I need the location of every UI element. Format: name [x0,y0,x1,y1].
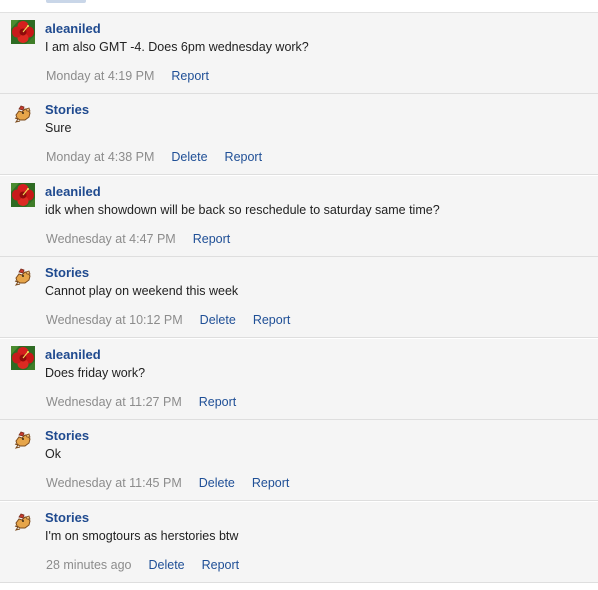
report-link[interactable]: Report [171,68,209,84]
report-link[interactable]: Report [225,149,263,165]
message-timestamp[interactable]: Wednesday at 11:45 PM [46,475,182,491]
pixel-chicken-avatar-icon[interactable] [11,101,35,125]
report-link[interactable]: Report [199,394,237,410]
red-hibiscus-flower-avatar-icon[interactable] [11,183,35,207]
message-meta: Wednesday at 11:27 PM Report [46,394,236,410]
message-timestamp[interactable]: Wednesday at 11:27 PM [46,394,182,410]
report-link[interactable]: Report [253,312,291,328]
message-text: I'm on smogtours as herstories btw [45,529,239,543]
delete-link[interactable]: Delete [171,149,207,165]
message-item: Stories I'm on smogtours as herstories b… [0,502,598,583]
pixel-chicken-avatar-icon[interactable] [11,509,35,533]
message-author[interactable]: aleaniled [45,347,101,363]
previous-message-sliver [46,0,86,3]
red-hibiscus-flower-avatar-icon[interactable] [11,20,35,44]
message-timestamp[interactable]: 28 minutes ago [46,557,131,573]
message-author[interactable]: Stories [45,510,89,526]
message-timestamp[interactable]: Monday at 4:38 PM [46,149,154,165]
message-meta: Wednesday at 11:45 PM Delete Report [46,475,289,491]
message-text: Cannot play on weekend this week [45,284,239,298]
message-author[interactable]: aleaniled [45,184,101,200]
delete-link[interactable]: Delete [200,312,236,328]
red-hibiscus-flower-avatar-icon[interactable] [11,346,35,370]
message-text: Does friday work? [45,366,146,380]
report-link[interactable]: Report [202,557,240,573]
message-timestamp[interactable]: Wednesday at 10:12 PM [46,312,183,328]
message-item: Stories Cannot play on weekend this week… [0,257,598,338]
message-author[interactable]: Stories [45,102,89,118]
message-thread: aleaniled I am also GMT -4. Does 6pm wed… [0,0,598,590]
message-meta: Monday at 4:19 PM Report [46,68,209,84]
message-text: I am also GMT -4. Does 6pm wednesday wor… [45,40,309,54]
message-meta: Monday at 4:38 PM Delete Report [46,149,262,165]
message-meta: 28 minutes ago Delete Report [46,557,239,573]
message-text: Ok [45,447,61,461]
message-text: idk when showdown will be back so resche… [45,203,440,217]
message-author[interactable]: aleaniled [45,21,101,37]
pixel-chicken-avatar-icon[interactable] [11,427,35,451]
message-meta: Wednesday at 10:12 PM Delete Report [46,312,290,328]
message-text: Sure [45,121,72,135]
message-item: Stories Sure Monday at 4:38 PM Delete Re… [0,94,598,175]
pixel-chicken-avatar-icon[interactable] [11,264,35,288]
message-meta: Wednesday at 4:47 PM Report [46,231,230,247]
delete-link[interactable]: Delete [199,475,235,491]
message-item: aleaniled idk when showdown will be back… [0,176,598,257]
previous-message-edge [0,0,598,13]
thread-bottom-space [0,584,598,590]
message-item: aleaniled I am also GMT -4. Does 6pm wed… [0,13,598,94]
delete-link[interactable]: Delete [148,557,184,573]
report-link[interactable]: Report [252,475,290,491]
message-item: Stories Ok Wednesday at 11:45 PM Delete … [0,420,598,501]
message-author[interactable]: Stories [45,428,89,444]
message-author[interactable]: Stories [45,265,89,281]
message-item: aleaniled Does friday work? Wednesday at… [0,339,598,420]
message-timestamp[interactable]: Wednesday at 4:47 PM [46,231,176,247]
report-link[interactable]: Report [193,231,231,247]
message-timestamp[interactable]: Monday at 4:19 PM [46,68,154,84]
